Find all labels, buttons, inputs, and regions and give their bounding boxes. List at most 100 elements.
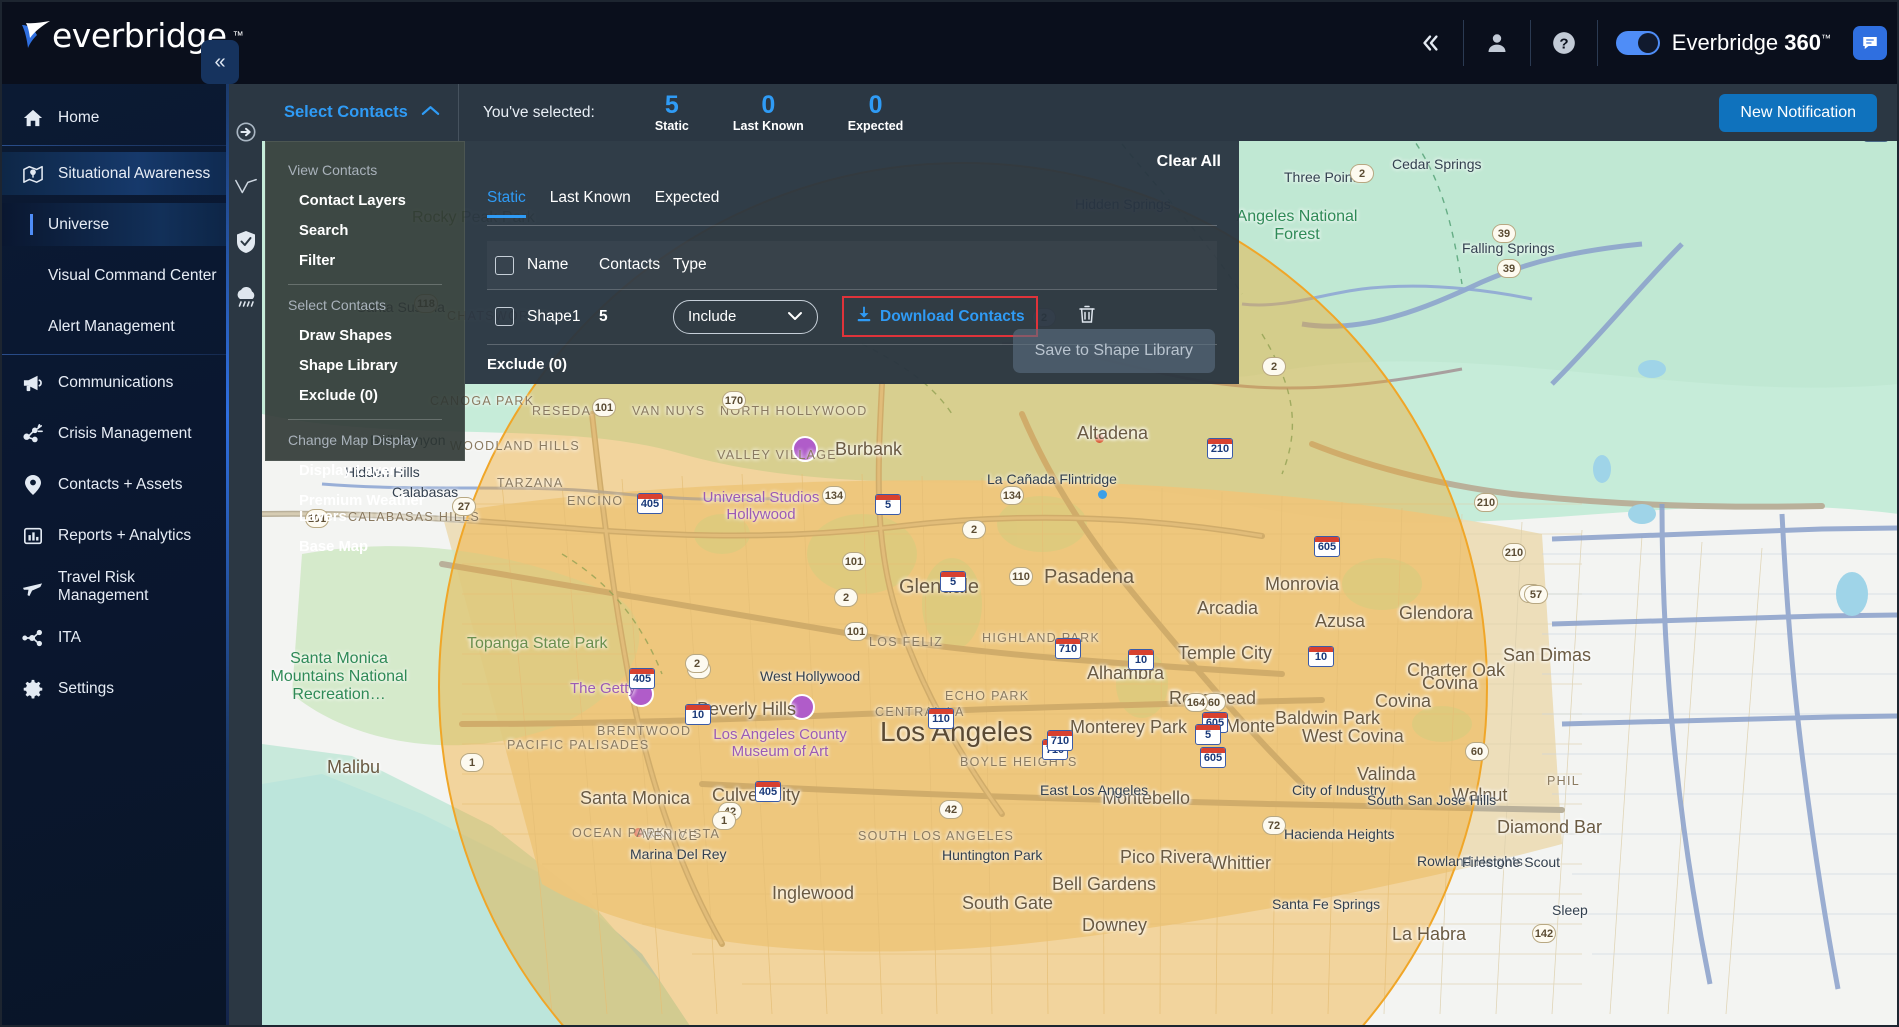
trash-icon[interactable]	[1078, 304, 1096, 329]
save-to-shape-library-button[interactable]: Save to Shape Library	[1012, 329, 1215, 373]
panel-tabs: Static Last Known Expected	[487, 189, 719, 218]
sidebar-item-visual-command-center[interactable]: Visual Command Center	[2, 254, 229, 297]
sidebar-item-label: Travel Risk Management	[57, 568, 149, 604]
sidebar-items: Home Situational Awareness Universe Visual …	[2, 96, 229, 718]
route-shield: 605	[1314, 536, 1340, 557]
dropdown-item-shape-library[interactable]: Shape Library	[266, 351, 464, 381]
dropdown-group-title: View Contacts	[288, 162, 378, 178]
poi-museum-of-art	[789, 694, 815, 720]
route-shield: 5	[1195, 724, 1221, 745]
selected-contacts-panel: Clear All Static Last Known Expected Name …	[465, 141, 1239, 384]
route-shield: 210	[1207, 438, 1233, 459]
select-contacts-dropdown-menu[interactable]: View Contacts Contact Layers Search Filter S…	[265, 141, 465, 555]
sidebar-nav: Home Situational Awareness Universe Visual …	[2, 84, 229, 1025]
exclude-label: Exclude (0)	[487, 356, 568, 373]
route-shield: 164	[1184, 693, 1208, 712]
sidebar-item-travel-risk-management[interactable]: Travel Risk Management	[2, 565, 229, 608]
sidebar-item-reports-analytics[interactable]: Reports + Analytics	[2, 514, 229, 557]
top-bar-actions: ? Everbridge 360™	[1403, 2, 1887, 84]
clear-all-button[interactable]: Clear All	[1157, 153, 1221, 171]
route-shield: 2	[1350, 164, 1374, 183]
select-all-checkbox[interactable]	[495, 255, 514, 275]
select-contacts-button[interactable]: Select Contacts	[262, 84, 459, 141]
poi-universal-studios	[792, 436, 818, 462]
route-shield: 5	[875, 494, 901, 515]
divider	[1596, 20, 1598, 66]
sidebar-item-alert-management[interactable]: Alert Management	[2, 305, 229, 348]
route-shield: 1	[712, 811, 736, 830]
route-shield: 5	[940, 571, 966, 592]
eb360-bold: 360	[1784, 30, 1821, 55]
sidebar-item-communications[interactable]: Communications	[2, 361, 229, 404]
location-pin-icon	[20, 474, 46, 496]
route-shield: 10	[1128, 649, 1154, 670]
tab-expected[interactable]: Expected	[655, 189, 720, 218]
divider	[2, 354, 229, 355]
rain-cloud-icon[interactable]	[229, 269, 262, 324]
everbridge-360-switch[interactable]: Everbridge 360™	[1604, 26, 1887, 60]
dropdown-group-title: Select Contacts	[288, 297, 387, 313]
sidebar-collapse-button[interactable]: «	[201, 40, 239, 84]
route-shield: 405	[629, 668, 655, 689]
sidebar-item-ita[interactable]: ITA	[2, 616, 229, 659]
sidebar-item-label: Crisis Management	[58, 424, 192, 442]
sidebar-item-settings[interactable]: Settings	[2, 667, 229, 710]
sidebar-item-label: Contacts + Assets	[58, 475, 183, 493]
table-header-row: Name Contacts Type	[487, 241, 1217, 289]
route-shield: 110	[1009, 567, 1033, 586]
route-shield: 10	[1308, 646, 1334, 667]
route-shield: 405	[637, 493, 663, 514]
counter-value: 0	[761, 91, 776, 120]
top-bar: everbridge ™ ? Everbridge 360™	[2, 2, 1897, 84]
contact-pin-venice[interactable]	[634, 828, 643, 837]
checkmark-path-icon[interactable]	[229, 159, 262, 214]
tab-last-known[interactable]: Last Known	[550, 189, 631, 218]
youve-selected-label: You've selected:	[483, 103, 595, 121]
route-shield: 39	[1492, 224, 1516, 243]
dropdown-item-display-layers[interactable]: Display Layers	[266, 456, 464, 486]
megaphone-icon	[20, 373, 46, 393]
dropdown-item-draw-shapes[interactable]: Draw Shapes	[266, 321, 464, 351]
chevron-down-icon	[787, 308, 803, 325]
help-circle-icon[interactable]: ?	[1537, 2, 1591, 84]
sidebar-item-situational-awareness[interactable]: Situational Awareness	[2, 152, 229, 195]
route-shield: 405	[755, 781, 781, 802]
select-contacts-label: Select Contacts	[284, 103, 408, 121]
contact-pin-altadena[interactable]	[1095, 434, 1104, 443]
user-icon[interactable]	[1470, 2, 1524, 84]
route-shield: 210	[1474, 493, 1498, 512]
everbridge-360-toggle[interactable]	[1615, 31, 1660, 55]
download-contacts-button[interactable]: Download Contacts	[842, 296, 1038, 337]
route-shield: 1	[460, 753, 484, 772]
counter-caption: Expected	[847, 118, 904, 133]
row-name: Shape1	[527, 307, 581, 325]
sidebar-item-universe[interactable]: Universe	[2, 203, 229, 246]
arrow-circle-right-icon[interactable]	[229, 104, 262, 159]
dropdown-item-base-map[interactable]: Base Map	[266, 532, 464, 562]
tab-static[interactable]: Static	[487, 189, 526, 218]
dropdown-item-contact-layers[interactable]: Contact Layers	[266, 186, 464, 216]
route-shield: 2	[962, 520, 986, 539]
sidebar-item-crisis-management[interactable]: Crisis Management	[2, 412, 229, 455]
column-header-type: Type	[673, 256, 707, 273]
row-select-checkbox[interactable]	[495, 307, 514, 326]
counter-value: 5	[664, 91, 679, 120]
contact-pin-pasadena[interactable]	[1098, 490, 1107, 499]
sidebar-item-label: Communications	[58, 373, 174, 391]
new-notification-button[interactable]: New Notification	[1719, 94, 1877, 132]
dropdown-item-exclude-0[interactable]: Exclude (0)	[266, 381, 464, 411]
sidebar-item-home[interactable]: Home	[2, 96, 229, 139]
chat-bubble-icon[interactable]	[1853, 26, 1887, 60]
sidebar-item-contacts-assets[interactable]: Contacts + Assets	[2, 463, 229, 506]
dropdown-group-title: Change Map Display	[288, 432, 418, 448]
shield-check-icon[interactable]	[229, 214, 262, 269]
counter-expected: 0 Expected	[847, 92, 904, 133]
collapse-panel-icon[interactable]	[1403, 2, 1457, 84]
row-type-select[interactable]: Include	[673, 299, 818, 334]
dropdown-item-filter[interactable]: Filter	[266, 246, 464, 276]
dropdown-item-premium-weather-layers[interactable]: Premium Weather Layers	[266, 486, 464, 532]
dropdown-item-search[interactable]: Search	[266, 216, 464, 246]
